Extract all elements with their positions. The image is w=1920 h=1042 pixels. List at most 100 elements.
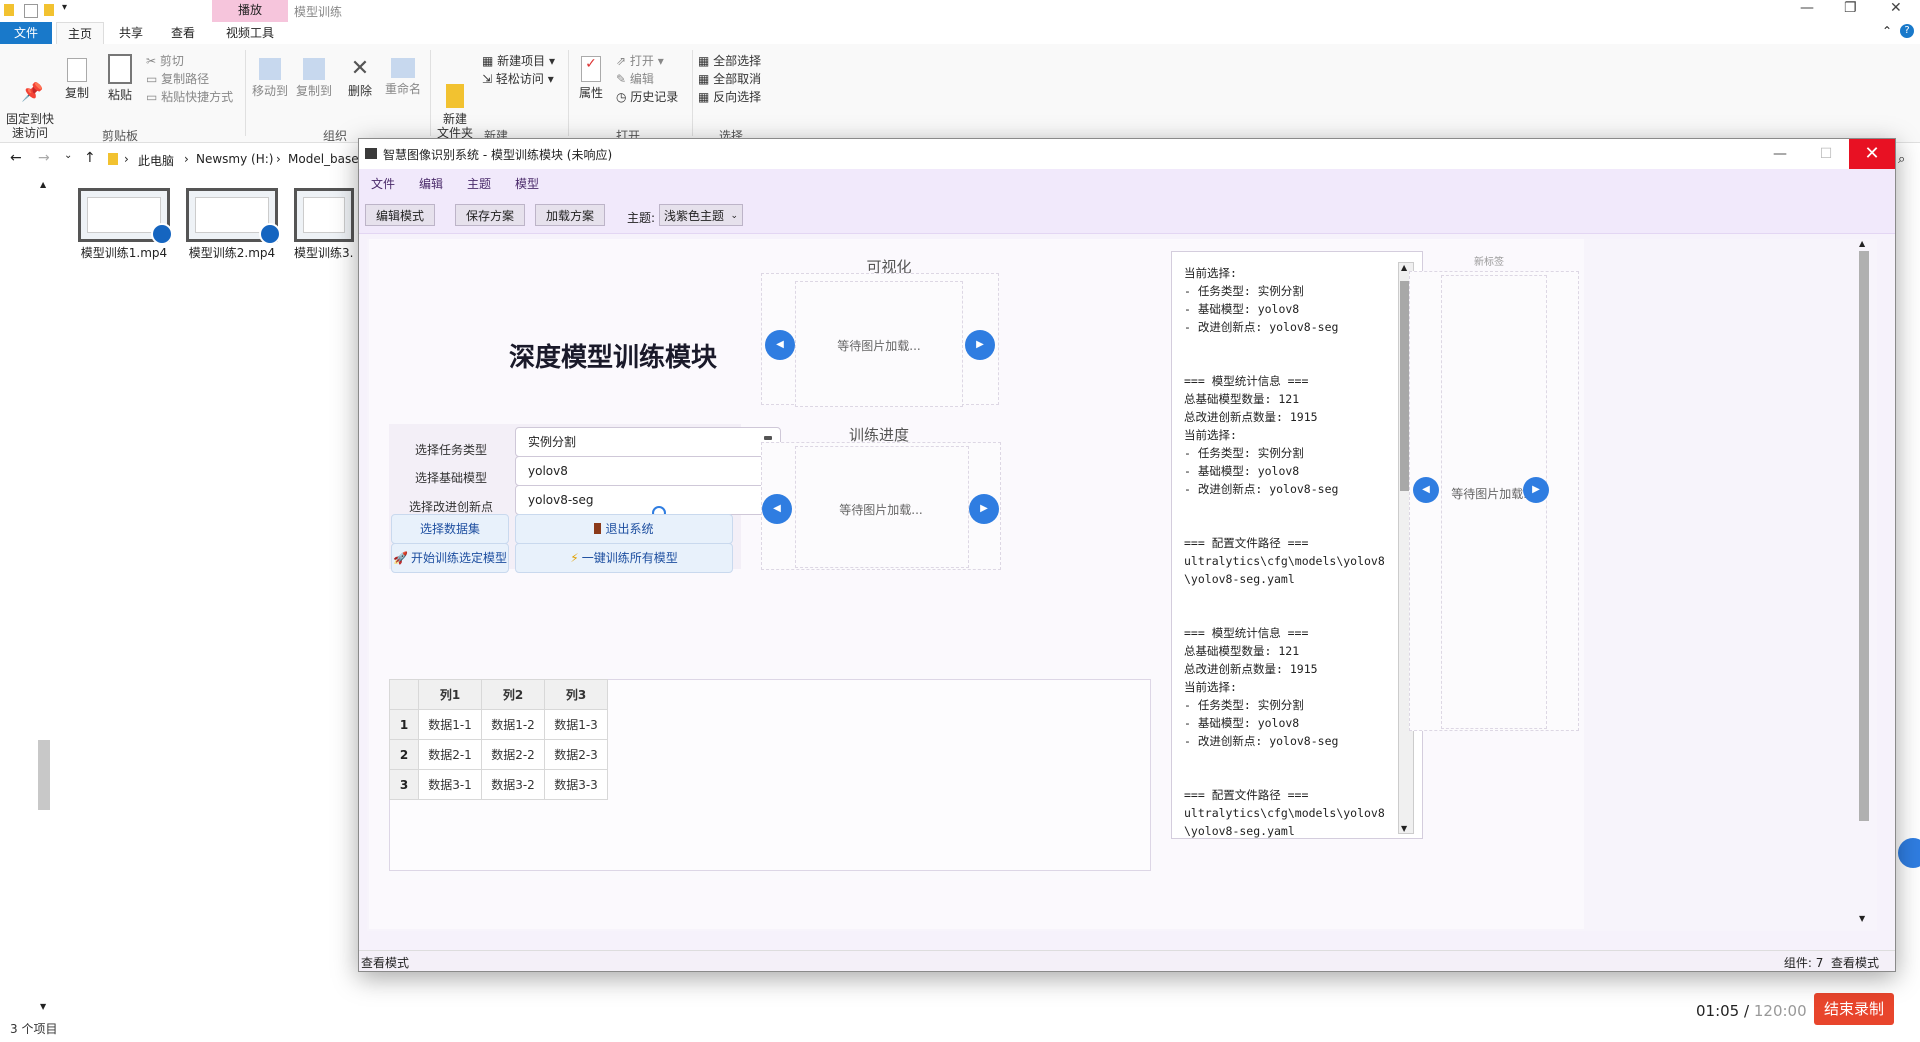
app-close-button[interactable]: ✕ [1849, 139, 1895, 169]
cut-button[interactable]: ✂ 剪切 [146, 52, 184, 70]
table-header[interactable]: 列3 [544, 679, 608, 710]
edit-mode-button[interactable]: 编辑模式 [365, 204, 436, 226]
breadcrumb-folder[interactable]: Model_base [288, 152, 359, 166]
properties-button[interactable]: ✓ 属性 [574, 56, 608, 100]
table-cell[interactable]: 数据3-1 [418, 769, 482, 800]
new-tab-next-button[interactable]: ▶ [1523, 477, 1549, 503]
tab-file[interactable]: 文件 [0, 22, 52, 44]
scroll-up-icon[interactable]: ▲ [1401, 263, 1407, 272]
menu-model[interactable]: 模型 [515, 175, 539, 192]
folder-small-icon[interactable] [44, 4, 54, 16]
copy-path-button[interactable]: ▭ 复制路径 [146, 70, 209, 88]
app-minimize-button[interactable]: — [1757, 139, 1803, 169]
tab-view[interactable]: 查看 [160, 22, 206, 44]
table-cell[interactable]: 数据1-3 [544, 709, 608, 740]
menu-theme[interactable]: 主题 [467, 175, 491, 192]
menu-file[interactable]: 文件 [371, 175, 395, 192]
table-cell[interactable]: 数据2-3 [544, 739, 608, 770]
scroll-down-icon[interactable]: ▼ [1401, 824, 1407, 833]
row-header[interactable]: 3 [389, 769, 419, 800]
close-button[interactable]: ✕ [1890, 0, 1902, 16]
progress-next-button[interactable]: ▶ [969, 494, 999, 524]
theme-select[interactable]: 浅紫色主题 ⌄ [659, 204, 744, 226]
file-name[interactable]: 模型训练1.mp4 [69, 244, 179, 261]
stop-recording-button[interactable]: 结束录制 [1814, 993, 1894, 1025]
main-scroll-thumb[interactable] [1859, 251, 1869, 821]
rename-button[interactable]: 重命名 [382, 58, 424, 96]
task-type-select[interactable]: 实例分割 [515, 427, 781, 457]
improvement-select[interactable]: yolov8-seg [515, 485, 781, 520]
video-thumbnail[interactable] [294, 188, 354, 242]
select-dataset-button[interactable]: 选择数据集 [391, 514, 509, 544]
open-button[interactable]: ⇗ 打开 ▾ [616, 52, 664, 70]
video-thumbnail[interactable] [78, 188, 173, 245]
ribbon-collapse-icon[interactable]: ⌃ [1882, 24, 1892, 38]
recent-dropdown-icon[interactable]: ⌄ [64, 150, 72, 161]
back-icon[interactable]: ← [10, 150, 22, 166]
minimize-button[interactable]: — [1800, 0, 1814, 16]
side-collapse-icon[interactable] [1898, 838, 1920, 868]
prev-image-button[interactable]: ◀ [765, 330, 795, 360]
copy-to-button[interactable]: 复制到 [294, 58, 334, 98]
table-header[interactable]: 列2 [481, 679, 545, 710]
menu-edit[interactable]: 编辑 [419, 175, 443, 192]
tab-play[interactable]: 播放 [212, 0, 288, 22]
delete-button[interactable]: ✕ 删除 [344, 58, 376, 99]
table-cell[interactable]: 数据3-2 [481, 769, 545, 800]
invert-selection-button[interactable]: ▦ 反向选择 [698, 88, 761, 106]
nav-pane-scrollbar[interactable]: ▲ ▼ [38, 180, 50, 1011]
paste-shortcut-button[interactable]: ▭ 粘贴快捷方式 [146, 88, 233, 106]
scroll-down-icon[interactable]: ▼ [40, 1002, 46, 1011]
new-tab-prev-button[interactable]: ◀ [1413, 477, 1439, 503]
select-none-button[interactable]: ▦ 全部取消 [698, 70, 761, 88]
file-name[interactable]: 模型训练3. [294, 244, 356, 261]
table-header[interactable]: 列1 [418, 679, 482, 710]
app-maximize-button[interactable]: ☐ [1803, 139, 1849, 169]
history-button[interactable]: ◷ 历史记录 [616, 88, 678, 106]
edit-button[interactable]: ✎ 编辑 [616, 70, 654, 88]
new-item-button[interactable]: ▦ 新建项目 ▾ [482, 52, 555, 70]
tab-home[interactable]: 主页 [56, 22, 104, 45]
copy-button[interactable]: 复制 [60, 58, 94, 100]
table-cell[interactable]: 数据1-2 [481, 709, 545, 740]
breadcrumb-this-pc[interactable]: 此电脑 [138, 152, 174, 169]
table-cell[interactable]: 数据2-1 [418, 739, 482, 770]
tab-video-tools[interactable]: 视频工具 [212, 22, 288, 44]
main-scrollbar[interactable]: ▲ ▼ [1857, 239, 1871, 929]
table-cell[interactable]: 数据3-3 [544, 769, 608, 800]
scroll-up-icon[interactable]: ▲ [40, 180, 46, 189]
file-name[interactable]: 模型训练2.mp4 [177, 244, 287, 261]
scroll-down-icon[interactable]: ▼ [1859, 914, 1865, 923]
next-image-button[interactable]: ▶ [965, 330, 995, 360]
progress-prev-button[interactable]: ◀ [762, 494, 792, 524]
easy-access-button[interactable]: ⇲ 轻松访问 ▾ [482, 70, 554, 88]
breadcrumb-drive[interactable]: Newsmy (H:) [196, 152, 273, 166]
restore-button[interactable]: ❐ [1844, 0, 1857, 16]
help-icon[interactable]: ? [1900, 24, 1914, 38]
up-icon[interactable]: ↑ [84, 150, 96, 166]
checkbox-icon[interactable] [24, 4, 38, 18]
base-model-select[interactable]: yolov8 [515, 456, 781, 486]
train-all-button[interactable]: ⚡ 一键训练所有模型 [515, 543, 733, 573]
table-cell[interactable]: 数据1-1 [418, 709, 482, 740]
pin-quick-access-button[interactable]: 📌 固定到快 速访问 [4, 58, 56, 141]
paste-button[interactable]: 粘贴 [100, 54, 140, 102]
select-all-button[interactable]: ▦ 全部选择 [698, 52, 761, 70]
row-header[interactable]: 2 [389, 739, 419, 770]
load-scheme-button[interactable]: 加载方案 [535, 204, 606, 226]
tab-share[interactable]: 共享 [108, 22, 154, 44]
quick-access-dropdown-icon[interactable]: ▾ [62, 2, 67, 13]
nav-scroll-thumb[interactable] [38, 740, 50, 810]
row-header[interactable]: 1 [389, 709, 419, 740]
search-icon[interactable]: ⌕ [1898, 152, 1905, 167]
scroll-up-icon[interactable]: ▲ [1859, 239, 1865, 248]
table-cell[interactable]: 数据2-2 [481, 739, 545, 770]
video-thumbnail[interactable] [186, 188, 281, 245]
move-to-button[interactable]: 移动到 [250, 58, 290, 98]
log-output[interactable]: 当前选择: - 任务类型: 实例分割 - 基础模型: yolov8 - 改进创新… [1171, 251, 1423, 839]
new-folder-button[interactable]: 新建 文件夹 [434, 56, 476, 140]
save-scheme-button[interactable]: 保存方案 [455, 204, 526, 226]
exit-system-button[interactable]: 退出系统 [515, 514, 733, 544]
forward-icon[interactable]: → [38, 150, 50, 166]
train-selected-button[interactable]: 🚀 开始训练选定模型 [391, 543, 509, 573]
